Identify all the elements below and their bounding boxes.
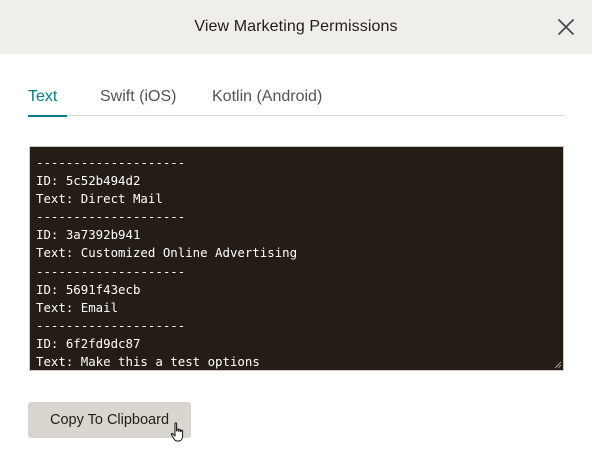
code-line: Text: Email [36, 299, 119, 315]
code-line: ID: 5c52b494d2 [36, 173, 141, 189]
resize-grip-icon[interactable] [552, 359, 562, 369]
code-line: ID: 5691f43ecb [36, 281, 141, 297]
code-line: -------------------- [36, 209, 186, 225]
code-line: ID: 3a7392b941 [36, 227, 141, 243]
code-line: -------------------- [36, 263, 186, 279]
close-icon [558, 19, 574, 35]
hand-pointer-icon [170, 422, 184, 442]
code-line: -------------------- [36, 155, 186, 170]
permissions-code-textarea[interactable]: -------------------- ID: 5c52b494d2 Text… [29, 146, 564, 371]
code-line: Text: Make this a test options [36, 354, 260, 370]
code-line: -------------------- [36, 317, 186, 333]
tab-swift-ios[interactable]: Swift (iOS) [100, 88, 176, 115]
close-button[interactable] [554, 15, 578, 39]
modal-header: View Marketing Permissions [0, 0, 592, 54]
code-line: ID: 6f2fd9dc87 [36, 335, 141, 351]
copy-to-clipboard-button[interactable]: Copy To Clipboard [28, 402, 191, 438]
modal-title: View Marketing Permissions [194, 18, 398, 35]
tab-kotlin-android[interactable]: Kotlin (Android) [212, 88, 322, 115]
code-line: Text: Customized Online Advertising [36, 245, 298, 261]
code-line: Text: Direct Mail [36, 191, 163, 207]
code-language-tabs: Text Swift (iOS) Kotlin (Android) [28, 82, 565, 117]
tab-text[interactable]: Text [28, 88, 68, 117]
